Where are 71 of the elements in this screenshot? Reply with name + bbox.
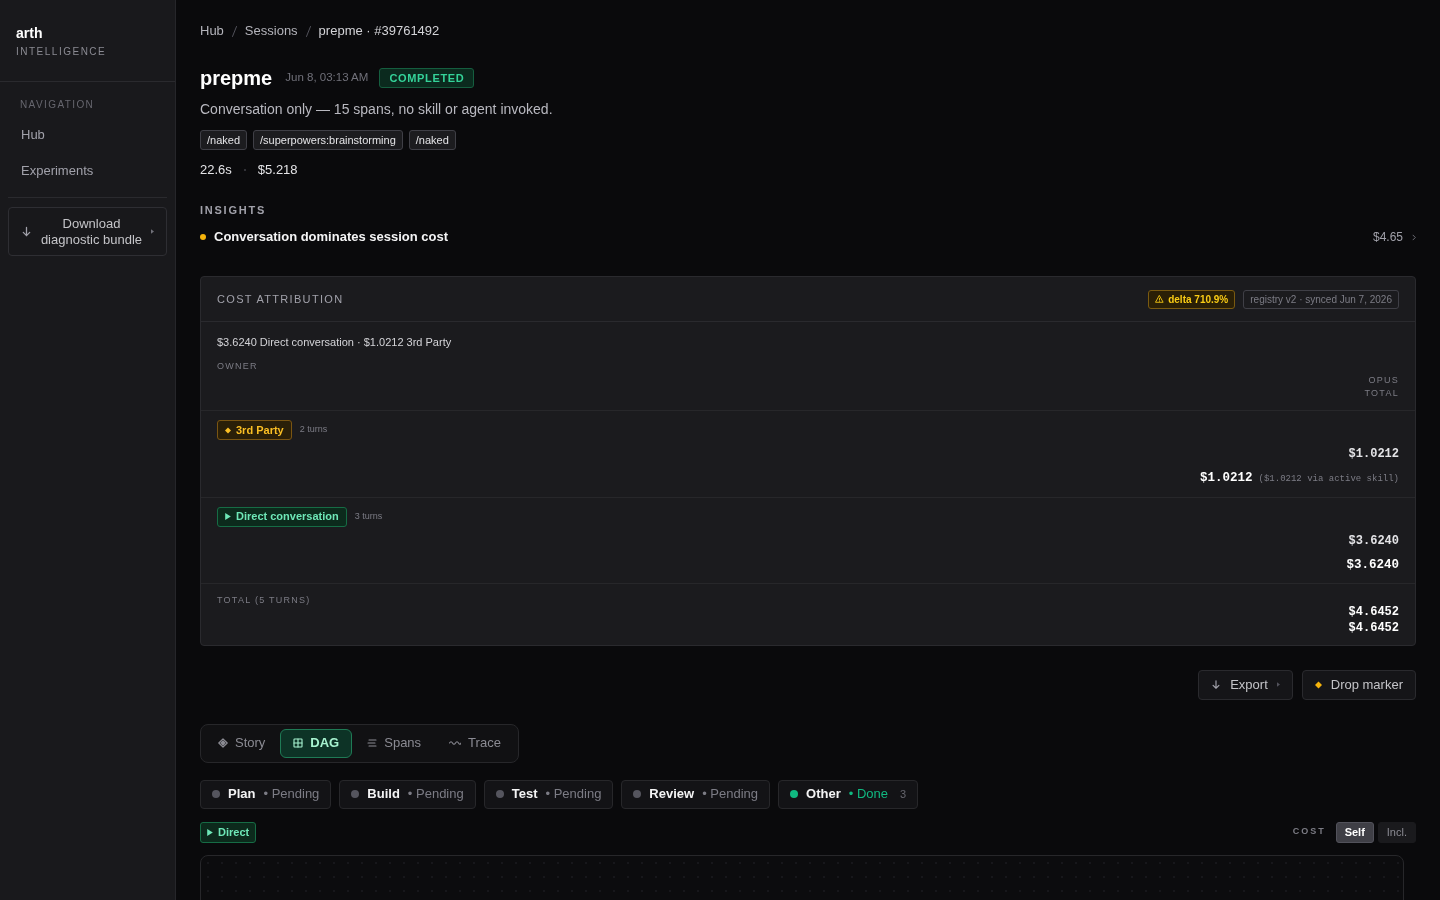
cost-summary: $3.6240 Direct conversation · $1.0212 3rd Party: [217, 335, 452, 350]
owner-tag: Direct: [200, 821, 257, 843]
slash-icon: [305, 25, 311, 37]
arrow-down-icon: [21, 226, 32, 237]
caret-icon: [151, 229, 154, 234]
insight-text[interactable]: Conversation dominates session cost: [214, 228, 449, 246]
command-tag: /superpowers:brainstorming: [253, 130, 403, 150]
owner-tag: Direct conversation: [217, 506, 347, 527]
view-tab[interactable]: DAG: [280, 728, 353, 758]
session-stat: 22.6s: [200, 161, 232, 179]
session-description: Conversation only — 15 spans, no skill or agent invoked.: [200, 100, 553, 119]
cost-toggle-label: COST: [1292, 825, 1326, 839]
turn-count: 3 turns: [354, 509, 383, 523]
nav-section-label: NAVIGATION: [20, 98, 95, 112]
total-label: TOTAL (5 TURNS): [217, 593, 311, 606]
play-icon: [207, 828, 213, 836]
diamond-icon: [225, 426, 231, 434]
total-cost: $4.6452: [1348, 619, 1399, 636]
opus-cost: $4.6452: [1348, 603, 1399, 620]
cost-toggle-option[interactable]: Self: [1335, 821, 1374, 843]
phase-chip[interactable]: Other • Done 3: [778, 779, 919, 809]
phase-chip[interactable]: Review • Pending: [621, 779, 771, 809]
session-title: prepme: [200, 66, 273, 91]
grid-icon: [293, 738, 304, 748]
lines-icon: [367, 738, 378, 748]
phase-chip[interactable]: Test • Pending: [483, 779, 614, 809]
total-cost: $1.0212: [1200, 470, 1253, 486]
diamond-icon: [218, 738, 228, 748]
brand-tagline: INTELLIGENCE: [16, 45, 107, 59]
view-tab[interactable]: Trace: [436, 728, 514, 758]
insights-heading: INSIGHTS: [200, 203, 267, 218]
registry-badge: registry v2 · synced Jun 7, 2026: [1243, 289, 1399, 309]
column-header: OWNER: [217, 360, 258, 372]
wave-icon: [449, 739, 462, 747]
view-tab[interactable]: Story: [205, 728, 279, 758]
drop-marker-button[interactable]: Drop marker: [1301, 669, 1416, 700]
session-date: Jun 8, 03:13 AM: [285, 70, 369, 86]
brand-name: arth: [16, 24, 43, 42]
column-header: OPUS: [1368, 374, 1399, 387]
command-tag: /naked: [200, 130, 248, 150]
total-cost: $3.6240: [1346, 556, 1399, 573]
download-button[interactable]: Download diagnostic bundle: [8, 207, 167, 256]
nav-link[interactable]: Experiments: [0, 153, 175, 189]
breadcrumb-link[interactable]: prepme · #39761492: [318, 22, 440, 40]
chevron-right-icon: [1412, 233, 1416, 241]
turn-count: 2 turns: [299, 423, 328, 437]
card-title: COST ATTRIBUTION: [217, 291, 344, 307]
status-badge: COMPLETED: [379, 68, 475, 88]
command-tag: /naked: [408, 130, 456, 150]
owner-tag: 3rd Party: [217, 420, 292, 440]
column-header: TOTAL: [1364, 387, 1399, 400]
warning-badge: delta 710.9%: [1148, 289, 1236, 309]
slash-icon: [231, 25, 237, 37]
cost-toggle-option[interactable]: Incl.: [1377, 821, 1416, 843]
session-stat: $5.218: [257, 161, 298, 179]
cost-note: ($1.0212 via active skill): [1258, 473, 1399, 486]
nav-link[interactable]: Hub: [0, 117, 175, 153]
caret-icon: [1276, 682, 1280, 687]
opus-cost: $3.6240: [1348, 532, 1399, 549]
opus-cost: $1.0212: [1348, 446, 1399, 462]
warning-icon: [1155, 295, 1165, 303]
phase-chip[interactable]: Plan • Pending: [200, 779, 332, 809]
breadcrumb-link[interactable]: Hub: [200, 22, 224, 40]
insight-value: $4.65: [1372, 229, 1403, 246]
diamond-icon: [1314, 680, 1322, 689]
breadcrumb-link[interactable]: Sessions: [244, 22, 298, 40]
play-icon: [225, 513, 231, 520]
view-tab[interactable]: Spans: [354, 728, 435, 758]
export-button[interactable]: Export: [1198, 669, 1293, 700]
phase-chip[interactable]: Build • Pending: [339, 779, 476, 809]
arrow-down-icon: [1211, 679, 1222, 690]
